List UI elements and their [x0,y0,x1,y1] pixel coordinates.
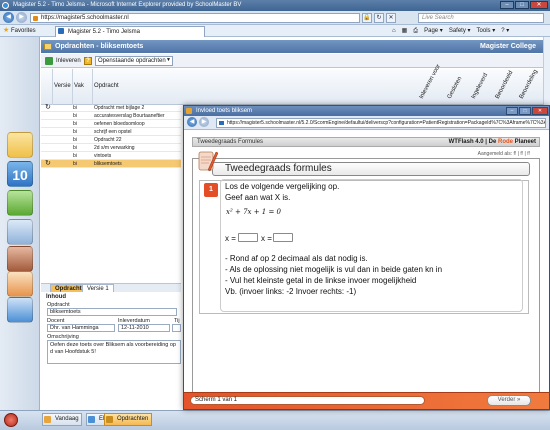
popup-icon [186,108,192,114]
popup-minimize-button[interactable]: – [506,107,518,115]
lock-icon[interactable]: 🔒 [362,13,372,23]
docent-field[interactable]: Dhr. van Hamminga [47,324,115,332]
instruction-example: Vb. (invoer links: -2 Invoer rechts: -1) [225,287,357,296]
ie-logo-icon [2,2,9,9]
magister-logo-icon[interactable] [4,413,18,427]
section-title: Tweedegraads formules [212,162,530,176]
popup-window-controls: – □ ✕ [506,107,548,115]
popup-back-button[interactable]: ◀ [187,117,197,127]
help-menu[interactable]: ? ▾ [501,26,509,36]
question-line: Los de volgende vergelijking op. [225,182,340,191]
help-icon[interactable]: ? [84,57,92,65]
browser-title-bar: Magister 5.2 - Timo Jelsma - Microsoft I… [0,0,550,11]
inleveren-button[interactable]: Inleveren [44,56,81,66]
column-header-vak[interactable]: Vak [74,83,84,90]
table-row[interactable]: bi accuratesverslag Bourtaaneftier [41,112,181,120]
stop-icon[interactable]: ✕ [386,13,396,23]
answer-input-left[interactable] [238,233,258,242]
x-label-right: x = [261,234,272,243]
mail-icon[interactable] [7,219,33,245]
popup-forward-button[interactable]: ▶ [199,117,209,127]
popup-address-bar[interactable]: https://magister5.schoolmaster.nl/5.2.0/… [216,118,546,128]
checkmark-icon[interactable] [7,190,33,216]
grid-empty-area [41,170,181,282]
people-icon[interactable] [7,246,33,272]
instruction-line: - Als de oplossing niet mogelijk is vul … [225,265,443,274]
screen-indicator: Scherm 1 van 1 [190,396,425,405]
column-header-versie[interactable]: Versie [54,83,71,90]
user-icon[interactable] [7,297,33,323]
table-row[interactable]: ↻ bi Opdracht met bijlage 2 [41,104,181,112]
calendar-icon[interactable]: 10 [7,161,33,187]
popup-maximize-button[interactable]: □ [519,107,531,115]
next-button[interactable]: Verder » [487,395,531,406]
tools-menu[interactable]: Tools ▾ [477,26,496,36]
tijd-field[interactable] [172,324,181,332]
logged-in-as: Aangemeld als: f! | f! | f! [477,151,530,157]
table-row[interactable]: bi vintoets [41,152,181,160]
popup-title-bar: Invloed toets bliksem [184,106,549,116]
address-buttons: 🔒 ↻ ✕ [362,13,396,23]
agenda-icon[interactable] [7,132,33,158]
opdracht-field[interactable]: bliksemtoets [47,308,177,316]
print-icon[interactable]: ⎙ [413,26,418,36]
table-row[interactable]: bi oefenen bloedsomloop [41,120,181,128]
school-name: Magister College [479,43,536,50]
id-card-icon[interactable] [7,271,33,297]
table-row[interactable]: bi schrijf een opstel [41,128,181,136]
home-icon[interactable]: ⌂ [392,26,396,36]
popup-page-icon [219,121,224,125]
tab-versie-1[interactable]: Versie 1 [82,284,114,292]
forward-button[interactable]: ▶ [16,12,27,23]
chevron-down-icon: ▼ [166,57,171,63]
refresh-icon: ↻ [45,160,51,167]
question-number: 1 [204,183,218,197]
instruction-line: - Rond af op 2 decimaal als dat nodig is… [225,254,368,263]
table-row[interactable]: bi 2d s/m verwarking [41,144,181,152]
live-search-input[interactable]: Live Search [418,13,544,23]
address-bar[interactable]: https://magister5.schoolmaster.nl [30,13,360,23]
page-icon [33,16,38,21]
favorites-button[interactable]: Favorites [3,26,36,36]
answer-input-right[interactable] [273,233,293,242]
maximize-button[interactable]: □ [515,1,529,9]
pencil-icon [198,151,218,172]
minimize-button[interactable]: – [500,1,514,9]
safety-menu[interactable]: Safety ▾ [449,26,471,36]
close-window-button[interactable]: ✕ [530,1,548,9]
column-divider [72,69,73,105]
column-divider [92,69,93,105]
wtflash-brand: WTFlash 4.0 | De Rode Planeet [448,139,536,145]
popup-close-button[interactable]: ✕ [532,107,548,115]
browser-tab[interactable]: Magister 5.2 - Timo Jelsma [55,26,205,37]
sun-icon [44,416,51,423]
x-label-left: x = [225,234,236,243]
formula: x² + 7x + 1 = 0 [226,208,282,216]
table-row[interactable]: bi Opdracht 22 [41,136,181,144]
omschrijving-field[interactable]: Oefen deze toets over Bliksem als voorbe… [47,340,181,364]
window-controls: – □ ✕ [500,1,548,9]
back-button[interactable]: ◀ [3,12,14,23]
table-row-selected[interactable]: ↻ bi bliksemtoets [41,160,181,168]
folder-icon [44,43,52,50]
globe-icon [88,416,95,423]
column-divider [52,69,53,105]
instruction-line: - Vul het kleinste getal in de linkse in… [225,276,417,285]
page-title: Opdrachten - bliksemtoets [41,40,550,53]
filter-select[interactable]: Openstaande opdrachten [95,56,173,66]
question-line: Geef aan wat X is. [225,193,291,202]
column-header-opdracht[interactable]: Opdracht [94,83,119,90]
inleverdatum-field[interactable]: 12-11-2010 [118,324,170,332]
command-bar: ⌂ ▦ ⎙ Page ▾ Safety ▾ Tools ▾ ? ▾ [392,26,509,36]
refresh-icon[interactable]: ↻ [374,13,384,23]
tab-favicon-icon [58,28,64,34]
inhoud-heading: Inhoud [46,294,66,300]
folder-icon [106,416,113,423]
refresh-icon: ↻ [45,104,51,111]
feeds-icon[interactable]: ▦ [402,26,408,36]
page-menu[interactable]: Page ▾ [424,26,443,36]
magister-taskbar [0,410,550,430]
